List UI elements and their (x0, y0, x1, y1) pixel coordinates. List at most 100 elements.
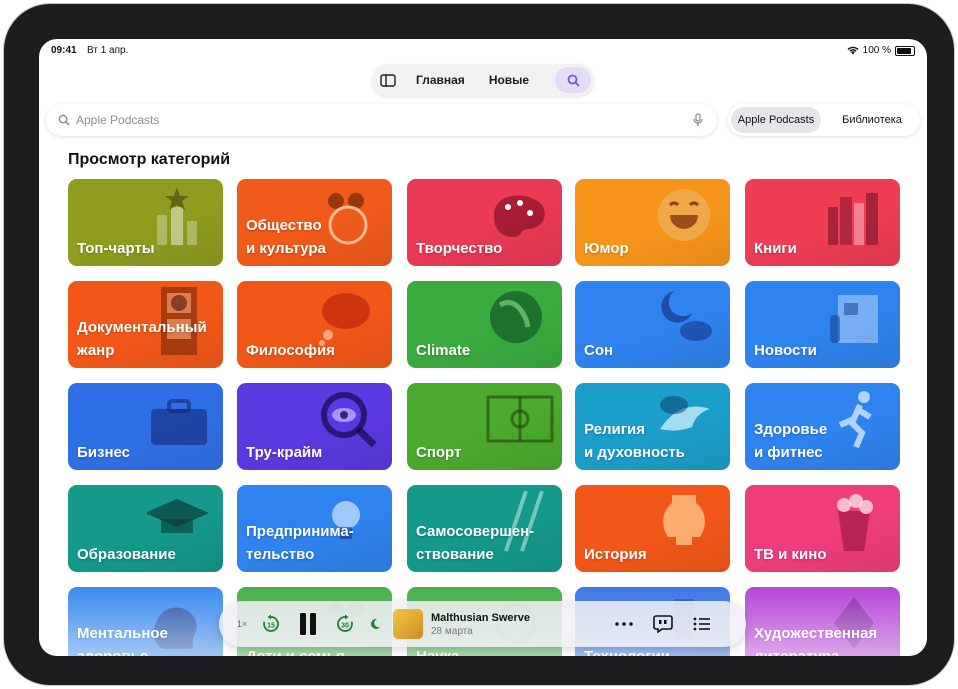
skip-forward-button[interactable]: 30 (335, 614, 355, 634)
battery-percent: 100 % (862, 45, 891, 56)
screen: 09:41 Вт 1 апр. 100 % Главная Новые Appl… (39, 39, 927, 656)
soccer-field-icon (486, 395, 554, 443)
playback-speed-button[interactable]: 1× (235, 619, 249, 629)
category-card-12[interactable]: Тру-крайм (237, 383, 392, 470)
category-label: Climate (416, 342, 471, 359)
category-card-10[interactable]: Новости (745, 281, 900, 368)
status-time: 09:41 (51, 45, 77, 56)
magnifier-eye-icon (321, 392, 377, 448)
category-card-19[interactable]: История (575, 485, 730, 572)
category-card-11[interactable]: Бизнес (68, 383, 223, 470)
category-label: Документальный жанр (77, 319, 207, 359)
category-card-5[interactable]: Книги (745, 179, 900, 266)
category-label: Художественная литература (754, 625, 878, 656)
category-card-17[interactable]: Предпринима- тельство (237, 485, 392, 572)
sidebar-toggle-icon[interactable] (372, 73, 404, 87)
episode-artwork[interactable] (393, 609, 423, 639)
category-label: Новости (754, 342, 817, 359)
scope-library[interactable]: Библиотека (827, 107, 917, 133)
category-label: Предпринима- тельство (246, 523, 354, 563)
category-card-13[interactable]: Спорт (407, 383, 562, 470)
category-card-6[interactable]: Документальный жанр (68, 281, 223, 368)
category-label: Книги (754, 240, 797, 257)
popcorn-icon (837, 494, 873, 551)
category-label: Философия (246, 342, 335, 359)
skip-back-button[interactable]: 15 (261, 614, 281, 634)
battery-icon (895, 45, 915, 56)
category-label: Сон (584, 342, 614, 359)
pause-button[interactable] (297, 612, 319, 636)
briefcase-icon (151, 399, 207, 445)
category-label: Образование (77, 546, 176, 563)
category-card-1[interactable]: Топ-чарты (68, 179, 223, 266)
category-card-18[interactable]: Самосовершен- ствование (407, 485, 562, 572)
category-card-25[interactable]: Художественная литература (745, 587, 900, 656)
top-tab-bar: Главная Новые (372, 64, 594, 96)
status-right: 100 % (847, 45, 915, 56)
status-date: Вт 1 апр. (87, 45, 129, 56)
search-icon (567, 74, 580, 87)
episode-title: Malthusian Swerve (431, 611, 531, 624)
category-card-20[interactable]: ТВ и кино (745, 485, 900, 572)
search-placeholder: Apple Podcasts (76, 113, 160, 127)
category-card-21[interactable]: Ментальное здоровье (68, 587, 223, 656)
category-label: Общество и культура (246, 217, 326, 257)
queue-button[interactable] (693, 617, 711, 631)
device-bezel: 09:41 Вт 1 апр. 100 % Главная Новые Appl… (4, 4, 954, 685)
mini-player: 1× 15 30 Malthusian Swerve 28 марта (219, 601, 746, 647)
skip-forward-label: 30 (341, 623, 349, 630)
moon-clouds-icon (661, 291, 712, 341)
tab-search[interactable] (555, 67, 591, 93)
category-card-15[interactable]: Здоровье и фитнес (745, 383, 900, 470)
microphone-icon[interactable] (693, 113, 703, 127)
section-title: Просмотр категорий (68, 151, 231, 168)
category-card-16[interactable]: Образование (68, 485, 223, 572)
category-label: Тру-крайм (246, 444, 323, 461)
books-icon (828, 193, 878, 245)
category-card-8[interactable]: Climate (407, 281, 562, 368)
category-label: Юмор (584, 240, 629, 257)
pause-icon (300, 613, 316, 635)
people-globe-icon (328, 193, 368, 245)
amphora-icon (663, 495, 705, 545)
category-label: Здоровье и фитнес (754, 421, 828, 461)
category-card-4[interactable]: Юмор (575, 179, 730, 266)
category-card-2[interactable]: Общество и культура (237, 179, 392, 266)
tab-home[interactable]: Главная (404, 73, 477, 87)
skip-back-label: 15 (267, 623, 275, 630)
category-label: Топ-чарты (77, 240, 155, 257)
newspaper-icon (830, 295, 878, 343)
category-label: Творчество (416, 240, 503, 257)
earth-icon (490, 291, 542, 343)
category-card-9[interactable]: Сон (575, 281, 730, 368)
now-playing-info[interactable]: Malthusian Swerve 28 марта (431, 612, 609, 637)
skip-back-15-icon: 15 (263, 614, 279, 632)
more-icon (615, 622, 633, 626)
tab-new[interactable]: Новые (477, 73, 541, 87)
skip-forward-30-icon: 30 (337, 614, 353, 632)
more-button[interactable] (615, 622, 633, 626)
runner-icon (838, 391, 872, 449)
search-icon (58, 114, 70, 126)
wifi-icon (847, 46, 859, 55)
search-field[interactable]: Apple Podcasts (46, 104, 717, 136)
moon-icon (371, 618, 380, 629)
category-label: Религия и духовность (584, 421, 685, 461)
category-label: ТВ и кино (754, 546, 827, 563)
sleep-timer-button[interactable] (369, 618, 381, 630)
laughing-face-icon (658, 189, 710, 241)
category-label: Спорт (416, 444, 462, 461)
status-bar: 09:41 Вт 1 апр. 100 % (39, 39, 927, 63)
search-scope-control: Apple Podcasts Библиотека (728, 104, 920, 136)
chart-star-icon (157, 187, 197, 245)
category-label: Бизнес (77, 444, 131, 461)
category-card-3[interactable]: Творчество (407, 179, 562, 266)
category-card-7[interactable]: Философия (237, 281, 392, 368)
category-card-14[interactable]: Религия и духовность (575, 383, 730, 470)
transcript-button[interactable] (653, 615, 673, 633)
category-label: Самосовершен- ствование (416, 523, 535, 563)
episode-date: 28 марта (431, 625, 473, 637)
category-label: История (584, 546, 647, 563)
scope-apple-podcasts[interactable]: Apple Podcasts (731, 107, 821, 133)
list-icon (693, 617, 710, 631)
